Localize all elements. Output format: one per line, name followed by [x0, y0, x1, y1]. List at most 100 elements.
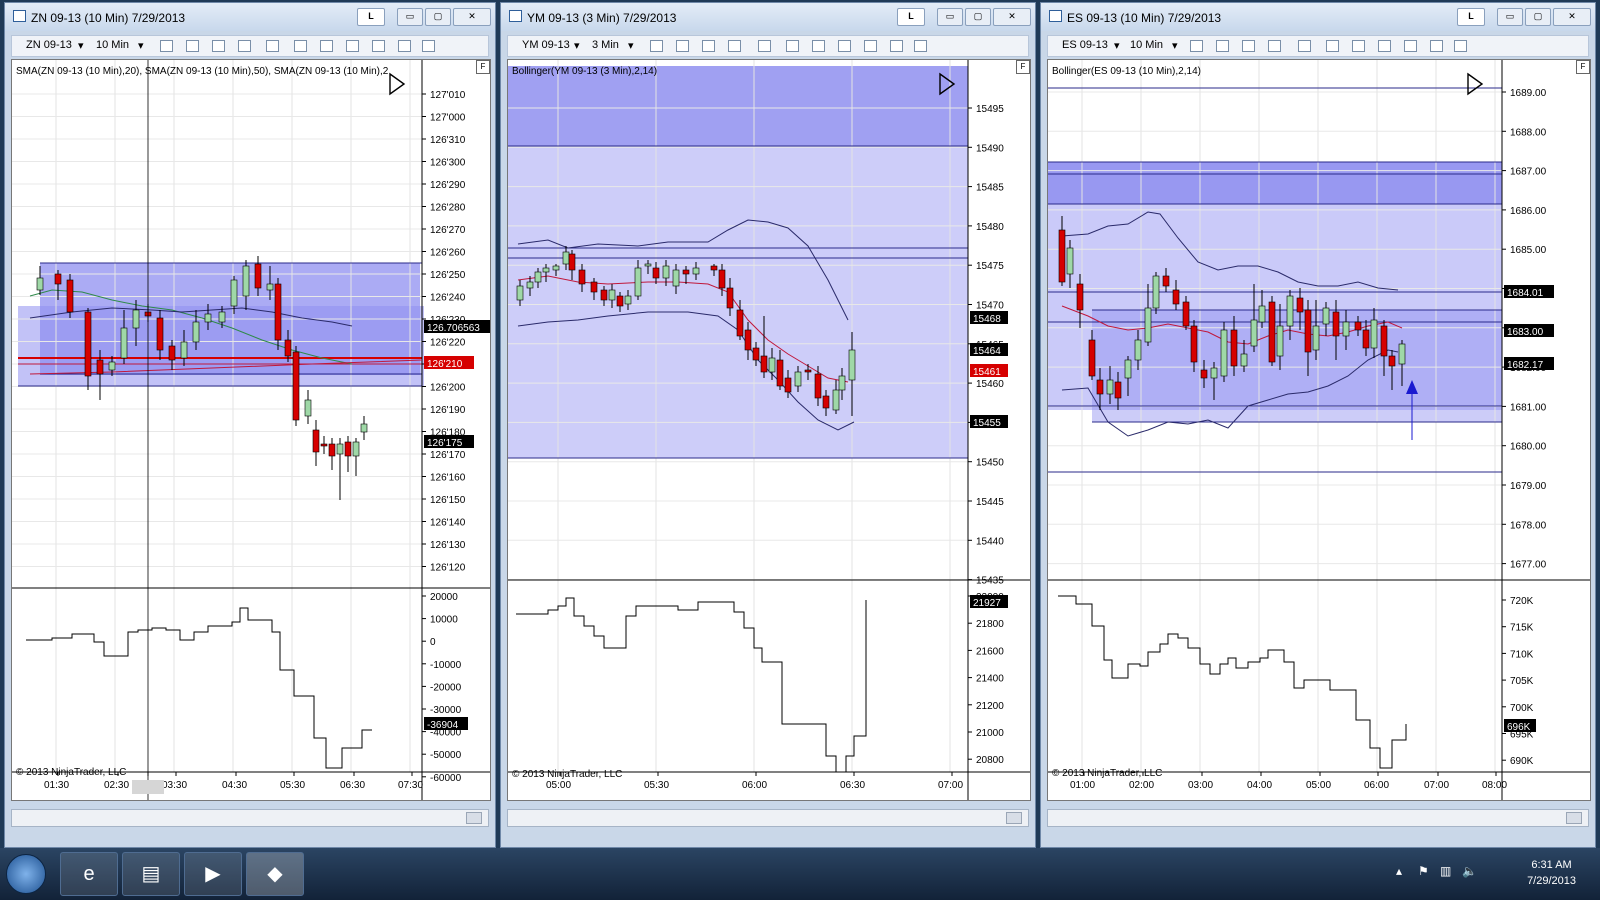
chevron-down-icon[interactable]: ▾	[628, 39, 634, 52]
close-button[interactable]: ✕	[1553, 8, 1591, 26]
candle-body	[328, 443, 336, 457]
indicators-icon[interactable]	[346, 40, 359, 52]
strategies-icon[interactable]	[864, 40, 877, 52]
candle-body	[760, 355, 768, 373]
data-box-icon[interactable]	[422, 40, 435, 52]
internet-explorer-icon[interactable]: e	[60, 852, 118, 896]
draw-tool-icon[interactable]	[702, 40, 715, 52]
properties-icon[interactable]	[1352, 40, 1365, 52]
horizontal-scrollbar[interactable]	[11, 809, 489, 827]
pencil-icon[interactable]	[186, 40, 199, 52]
maximize-button[interactable]: ▢	[965, 8, 991, 26]
strategies-icon[interactable]	[1404, 40, 1417, 52]
zoom-icon[interactable]	[294, 40, 307, 52]
bar-type-icon[interactable]	[650, 40, 663, 52]
horizontal-scrollbar[interactable]	[507, 809, 1029, 827]
media-player-icon[interactable]: ▶	[184, 852, 242, 896]
scroll-thumb[interactable]	[1566, 812, 1582, 824]
time-tick-label: 01:30	[44, 780, 69, 791]
format-button[interactable]: F	[476, 60, 490, 74]
lock-button[interactable]: L	[357, 8, 385, 26]
volume-tick-label: -50000	[430, 750, 462, 761]
chevron-down-icon[interactable]: ▾	[78, 39, 84, 52]
bar-type-icon[interactable]	[1190, 40, 1203, 52]
chart-window-ym[interactable]: YM 09-13 (3 Min) 7/29/2013 L ▭ ▢ ✕ YM 09…	[500, 2, 1036, 848]
title-bar[interactable]: YM 09-13 (3 Min) 7/29/2013 L ▭ ▢ ✕	[501, 3, 1035, 31]
chart-trader-icon[interactable]	[1430, 40, 1443, 52]
price-tick-label: 1679.00	[1510, 481, 1547, 492]
title-bar[interactable]: ES 09-13 (10 Min) 7/29/2013 L ▭ ▢ ✕	[1041, 3, 1595, 31]
candle-body	[96, 359, 104, 375]
candle-body	[736, 309, 744, 337]
candle-body	[1388, 355, 1396, 367]
instrument-selector[interactable]: YM 09-13	[522, 39, 570, 51]
pencil-icon[interactable]	[676, 40, 689, 52]
chevron-down-icon[interactable]: ▾	[574, 39, 580, 52]
format-button[interactable]: F	[1016, 60, 1030, 74]
minimize-button[interactable]: ▭	[1497, 8, 1523, 26]
properties-icon[interactable]	[812, 40, 825, 52]
strategies-icon[interactable]	[372, 40, 385, 52]
format-button[interactable]: F	[1576, 60, 1590, 74]
horizontal-scrollbar[interactable]	[1047, 809, 1589, 827]
indicators-icon[interactable]	[1378, 40, 1391, 52]
price-chart-svg: 1689.00 1688.00 1687.00 1686.00 1685.00 1684.…	[1048, 60, 1590, 800]
instrument-selector[interactable]: ES 09-13	[1062, 39, 1108, 51]
candle-body	[1240, 353, 1248, 367]
network-icon[interactable]: ▥	[1440, 864, 1451, 878]
data-box-icon[interactable]	[914, 40, 927, 52]
crosshair-icon[interactable]	[1298, 40, 1311, 52]
properties-icon[interactable]	[320, 40, 333, 52]
lock-button[interactable]: L	[1457, 8, 1485, 26]
zoom-icon[interactable]	[1326, 40, 1339, 52]
close-button[interactable]: ✕	[453, 8, 491, 26]
price-tick-label: 15445	[976, 497, 1004, 508]
draw-tool-icon[interactable]	[212, 40, 225, 52]
eraser-icon[interactable]	[1268, 40, 1281, 52]
minimize-button[interactable]: ▭	[937, 8, 963, 26]
price-chart-panel[interactable]: 127'010 127'000 126'310 126'300 126'290 126'2…	[11, 59, 491, 801]
candle-body	[156, 317, 164, 351]
bar-type-icon[interactable]	[160, 40, 173, 52]
file-explorer-icon[interactable]: ▤	[122, 852, 180, 896]
start-button[interactable]	[6, 854, 46, 894]
chart-window-zn[interactable]: ZN 09-13 (10 Min) 7/29/2013 L ▭ ▢ ✕ ZN 0…	[4, 2, 496, 848]
interval-selector[interactable]: 10 Min	[96, 39, 129, 51]
candle-body	[634, 267, 642, 297]
pencil-icon[interactable]	[1216, 40, 1229, 52]
volume-icon[interactable]: 🔈	[1462, 864, 1477, 878]
data-box-icon[interactable]	[1454, 40, 1467, 52]
crosshair-icon[interactable]	[266, 40, 279, 52]
interval-selector[interactable]: 10 Min	[1130, 39, 1163, 51]
price-chart-panel[interactable]: 1689.00 1688.00 1687.00 1686.00 1685.00 1684.…	[1047, 59, 1591, 801]
chart-trader-icon[interactable]	[890, 40, 903, 52]
title-bar[interactable]: ZN 09-13 (10 Min) 7/29/2013 L ▭ ▢ ✕	[5, 3, 495, 31]
ninjatrader-icon[interactable]: ◆	[246, 852, 304, 896]
scroll-thumb[interactable]	[466, 812, 482, 824]
chart-toolbar: ES 09-13 ▾ 10 Min ▾	[1047, 35, 1589, 57]
crosshair-icon[interactable]	[758, 40, 771, 52]
price-chart-panel[interactable]: 1549515490154851548015475154701546515460…	[507, 59, 1031, 801]
maximize-button[interactable]: ▢	[1525, 8, 1551, 26]
minimize-button[interactable]: ▭	[397, 8, 423, 26]
chevron-down-icon[interactable]: ▾	[138, 39, 144, 52]
interval-selector[interactable]: 3 Min	[592, 39, 619, 51]
chevron-down-icon[interactable]: ▾	[1172, 39, 1178, 52]
show-hidden-icons-icon[interactable]: ▴	[1396, 864, 1402, 878]
candle-body	[616, 295, 624, 307]
indicators-icon[interactable]	[838, 40, 851, 52]
lock-button[interactable]: L	[897, 8, 925, 26]
close-button[interactable]: ✕	[993, 8, 1031, 26]
draw-tool-icon[interactable]	[1242, 40, 1255, 52]
scroll-thumb[interactable]	[1006, 812, 1022, 824]
eraser-icon[interactable]	[728, 40, 741, 52]
eraser-icon[interactable]	[238, 40, 251, 52]
chevron-down-icon[interactable]: ▾	[1114, 39, 1120, 52]
system-clock[interactable]: 6:31 AM 7/29/2013	[1527, 857, 1576, 889]
chart-trader-icon[interactable]	[398, 40, 411, 52]
action-center-flag-icon[interactable]: ⚑	[1418, 864, 1429, 878]
zoom-icon[interactable]	[786, 40, 799, 52]
instrument-selector[interactable]: ZN 09-13	[26, 39, 72, 51]
chart-window-es[interactable]: ES 09-13 (10 Min) 7/29/2013 L ▭ ▢ ✕ ES 0…	[1040, 2, 1596, 848]
maximize-button[interactable]: ▢	[425, 8, 451, 26]
